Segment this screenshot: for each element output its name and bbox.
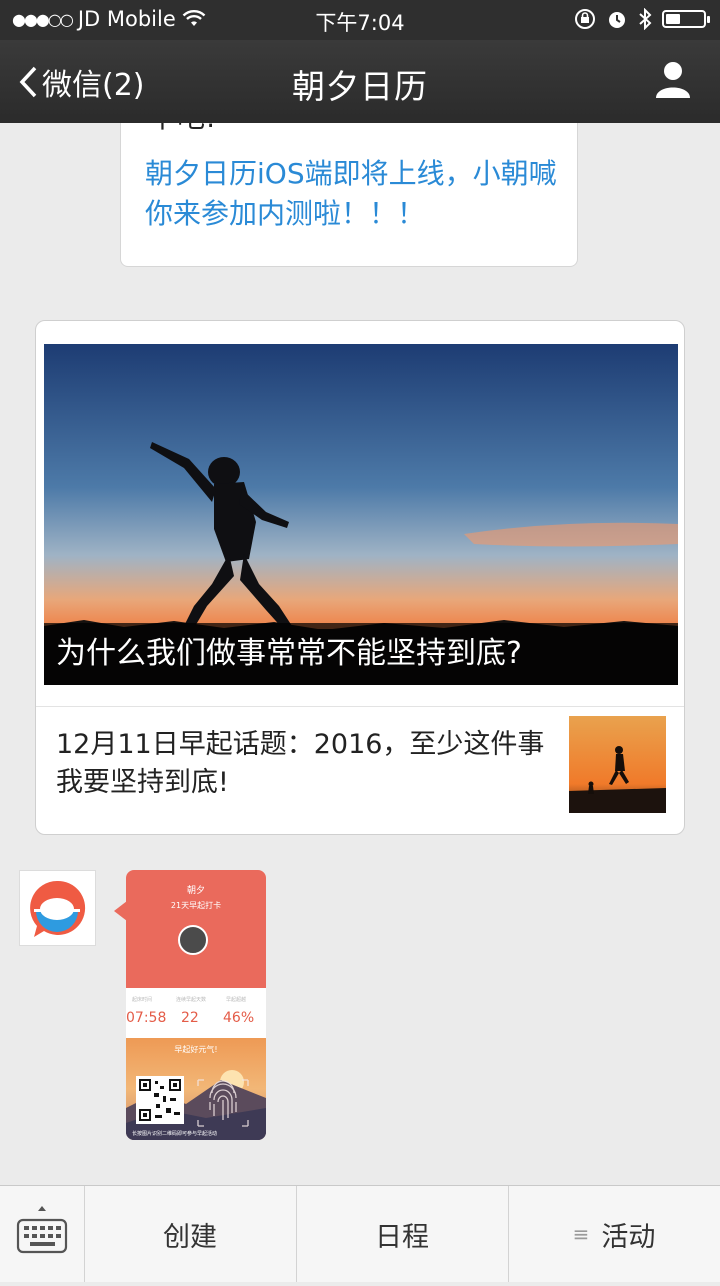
- card-header: 朝夕 21天早起打卡: [126, 870, 266, 988]
- article-sub-title[interactable]: 12月11日早起话题：2016，至少这件事我要坚持到底!: [56, 726, 546, 802]
- card-user-photo: [178, 925, 208, 955]
- alarm-icon: [609, 12, 625, 28]
- menu-label: 活动: [601, 1221, 656, 1253]
- menu-activity-button[interactable]: ≡ 活动: [508, 1186, 720, 1282]
- keyboard-icon: [16, 1206, 68, 1254]
- article-cover-image[interactable]: 为什么我们做事常常不能坚持到底?: [44, 344, 678, 685]
- card-subtitle: 21天早起打卡: [170, 901, 222, 910]
- card-name: 朝夕: [186, 886, 205, 896]
- card-footer: 长按图片识别二维码即可参与早起活动: [132, 1131, 218, 1137]
- article-card[interactable]: 为什么我们做事常常不能坚持到底? 12月11日早起话题：2016，至少这件事我要…: [35, 320, 685, 835]
- stat-label: 早起超越: [226, 997, 247, 1003]
- menu-label: 创建: [163, 1221, 217, 1253]
- card-stats: 起床时间 07:58 连续早起天数 22 早起超越 46%: [126, 988, 266, 1038]
- stat-label: 起床时间: [132, 997, 153, 1003]
- stat-value: 46%: [223, 1010, 255, 1026]
- status-bar: ●●●○○ JD Mobile 下午7:04: [0, 0, 720, 40]
- message-link-text[interactable]: 朝夕日历iOS端即将上线，小朝喊你来参加内测啦！！！: [145, 154, 565, 234]
- menu-create-button[interactable]: 创建: [84, 1186, 297, 1282]
- divider: [36, 706, 684, 707]
- chat-area[interactable]: 下吧! 朝夕日历iOS端即将上线，小朝喊你来参加内测啦！！！: [0, 123, 720, 1185]
- bottom-menu-bar: 创建 日程 ≡ 活动: [0, 1185, 720, 1282]
- card-scene: 早起好元气! 长按图片识别二维码即可参与早起活动: [126, 1038, 266, 1140]
- sender-avatar[interactable]: [19, 870, 96, 946]
- keyboard-toggle-button[interactable]: [0, 1186, 85, 1282]
- menu-label: 日程: [375, 1221, 429, 1253]
- menu-schedule-button[interactable]: 日程: [296, 1186, 509, 1282]
- battery-icon: [662, 10, 710, 28]
- stat-value: 22: [181, 1010, 199, 1026]
- app-logo-icon: [30, 880, 86, 937]
- article-cover-caption: 为什么我们做事常常不能坚持到底?: [44, 623, 678, 685]
- checkin-image-card[interactable]: 朝夕 21天早起打卡 起床时间 07:58 连续早起天数 22 早起超越 46%: [126, 870, 266, 1140]
- person-icon: [656, 62, 690, 98]
- rotation-lock-icon: [575, 9, 595, 29]
- card-scene-text: 早起好元气!: [174, 1045, 218, 1054]
- article-thumbnail[interactable]: [569, 716, 666, 813]
- page-title: 朝夕日历: [292, 67, 428, 106]
- nav-bar: 微信(2) 朝夕日历: [0, 40, 720, 123]
- message-text-cut: 下吧!: [149, 123, 216, 132]
- bluetooth-icon: [639, 8, 652, 30]
- stat-value: 07:58: [126, 1010, 167, 1026]
- message-bubble[interactable]: 下吧! 朝夕日历iOS端即将上线，小朝喊你来参加内测啦！！！: [120, 123, 578, 267]
- profile-button[interactable]: [654, 60, 692, 104]
- submenu-icon: ≡: [572, 1222, 590, 1246]
- stat-label: 连续早起天数: [176, 997, 207, 1003]
